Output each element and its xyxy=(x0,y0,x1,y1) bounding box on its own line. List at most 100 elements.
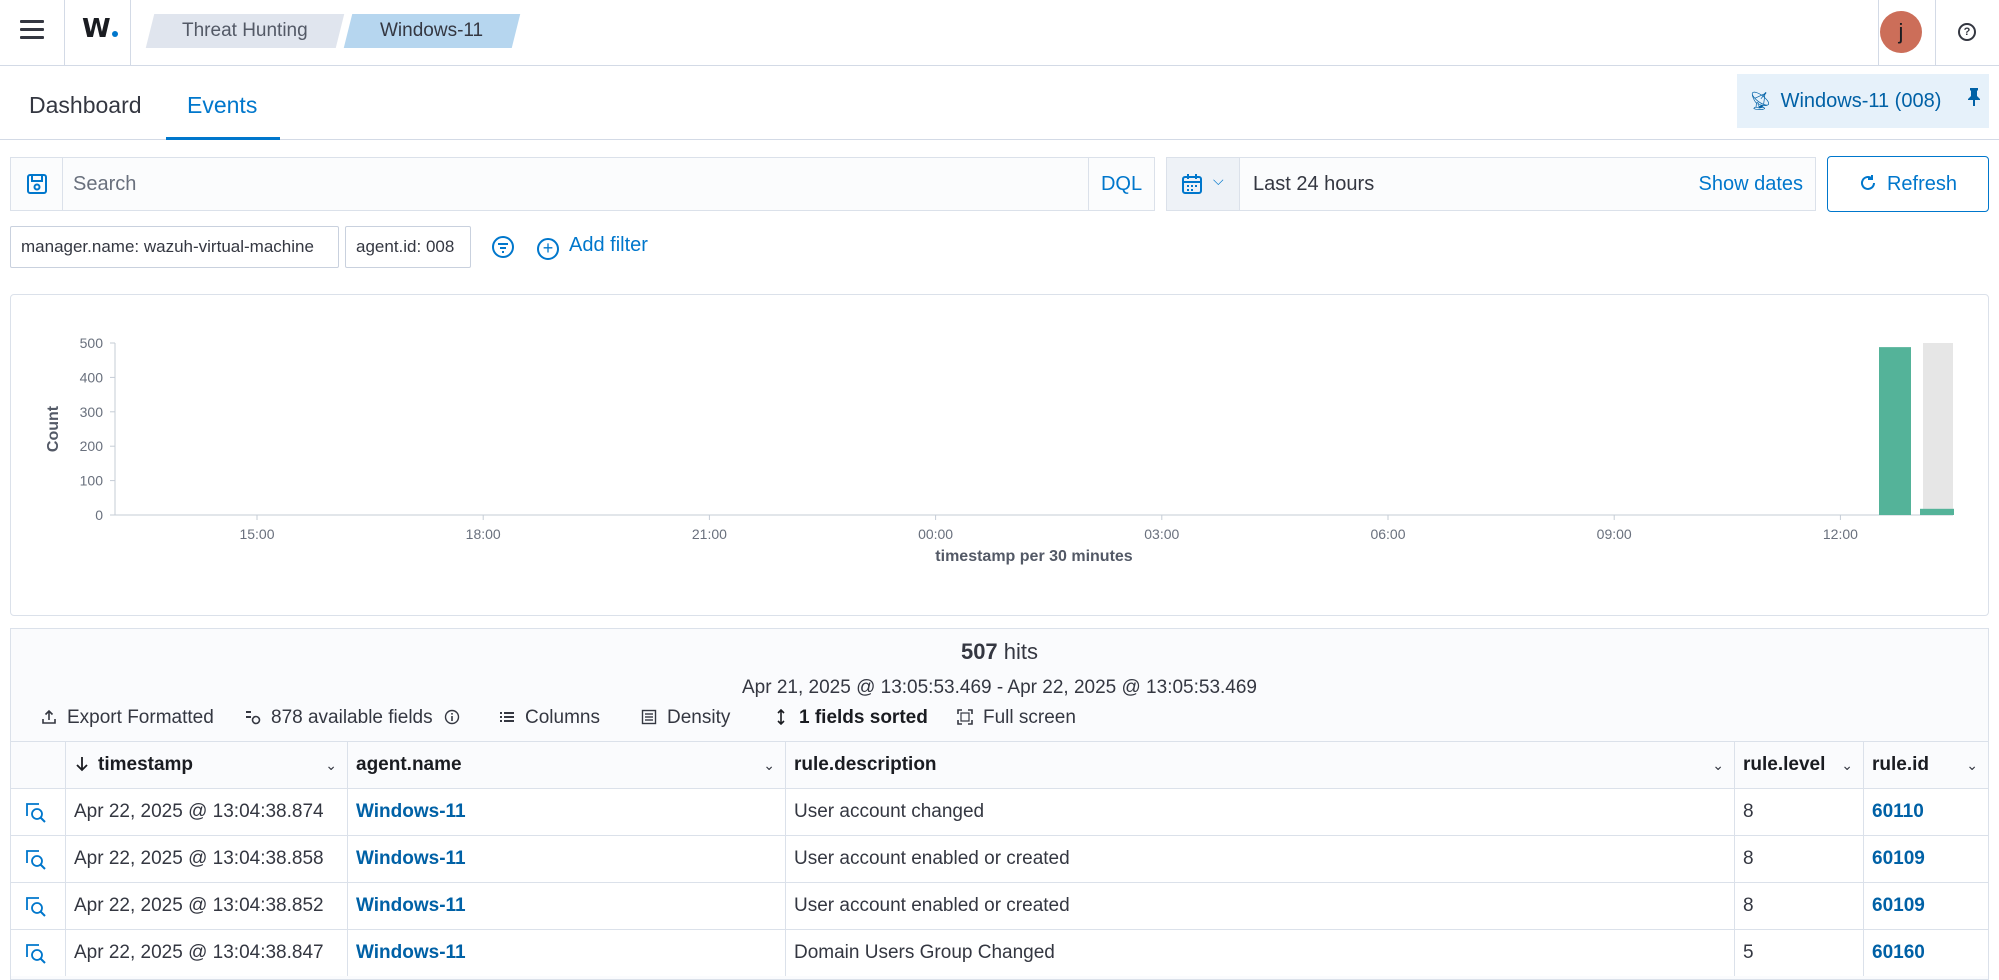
chevron-down-icon[interactable]: ⌄ xyxy=(1966,742,1978,788)
export-icon xyxy=(42,709,56,724)
fields-sorted-label: 1 fields sorted xyxy=(799,707,928,728)
density-label: Density xyxy=(667,707,731,728)
chevron-down-icon[interactable]: ⌄ xyxy=(325,742,337,788)
cell-agent-name-link[interactable]: Windows-11 xyxy=(347,883,785,929)
breadcrumb-threat-hunting[interactable]: Threat Hunting xyxy=(145,14,345,48)
inspect-icon xyxy=(26,803,46,823)
histogram-bar xyxy=(1879,347,1911,515)
fields-icon xyxy=(246,711,261,725)
agent-pill-label: Windows-11 (008) xyxy=(1780,90,1942,112)
header-label: timestamp xyxy=(98,754,194,775)
x-tick-label: 00:00 xyxy=(918,526,953,542)
cell-rule-description: Domain Users Group Changed xyxy=(785,930,1734,976)
cell-rule-description: User account changed xyxy=(785,789,1734,835)
table-row: Apr 22, 2025 @ 13:04:38.847 Windows-11 D… xyxy=(11,929,1988,976)
cell-rule-id-link[interactable]: 60109 xyxy=(1863,836,1988,882)
filter-pill-manager[interactable]: manager.name: wazuh-virtual-machine xyxy=(10,226,339,268)
app-logo[interactable]: W xyxy=(82,14,118,44)
date-range-label[interactable]: Last 24 hours xyxy=(1253,173,1374,196)
cell-timestamp: Apr 22, 2025 @ 13:04:38.874 xyxy=(65,789,347,835)
export-label: Export Formatted xyxy=(67,707,214,728)
density-icon xyxy=(641,709,657,725)
pin-icon[interactable] xyxy=(1967,74,1981,128)
chevron-down-icon[interactable]: ⌄ xyxy=(763,742,775,788)
x-tick-label: 18:00 xyxy=(466,526,501,542)
saved-query-icon[interactable] xyxy=(11,158,63,210)
hits-count: 507 xyxy=(960,639,998,664)
header-label: rule.description xyxy=(794,754,937,775)
header-divider xyxy=(64,0,65,66)
help-icon[interactable]: ? xyxy=(1958,23,1976,41)
inspect-cell[interactable] xyxy=(11,930,65,976)
y-tick-label: 0 xyxy=(95,507,103,523)
refresh-button[interactable]: Refresh xyxy=(1827,156,1989,212)
menu-icon[interactable] xyxy=(20,20,44,42)
broadcast-icon: 📡︎ xyxy=(1749,91,1772,111)
x-tick-label: 03:00 xyxy=(1144,526,1179,542)
refresh-label: Refresh xyxy=(1886,173,1958,195)
logo-dot xyxy=(111,31,118,37)
filter-pill-agent[interactable]: agent.id: 008 xyxy=(345,226,471,268)
chevron-down-icon[interactable]: ⌄ xyxy=(1841,742,1853,788)
calendar-icon xyxy=(1182,174,1202,194)
header-label: rule.level xyxy=(1743,754,1826,775)
cell-rule-id-link[interactable]: 60109 xyxy=(1863,883,1988,929)
column-header-rule-level[interactable]: rule.level ⌄ xyxy=(1734,742,1863,788)
breadcrumb-windows-11[interactable]: Windows-11 xyxy=(343,14,521,48)
cell-agent-name-link[interactable]: Windows-11 xyxy=(347,789,785,835)
hits-label: hits xyxy=(1003,639,1039,664)
quick-date-menu-button[interactable]: ⌵ xyxy=(1167,158,1240,210)
columns-label: Columns xyxy=(525,707,600,728)
chevron-down-icon[interactable]: ⌄ xyxy=(1712,742,1724,788)
column-header-rule-id[interactable]: rule.id ⌄ xyxy=(1863,742,1988,788)
fields-sorted-button[interactable]: 1 fields sorted xyxy=(773,707,928,729)
time-range-text: Apr 21, 2025 @ 13:05:53.469 - Apr 22, 20… xyxy=(741,677,1257,698)
breadcrumb-label: Threat Hunting xyxy=(182,20,308,41)
tab-dashboard[interactable]: Dashboard xyxy=(29,92,142,119)
histogram-panel: 0 100 200 300 400 500 15:00 18:00 21:00 00:00 03:0… xyxy=(10,294,1989,616)
density-button[interactable]: Density xyxy=(641,707,730,729)
y-tick-label: 500 xyxy=(80,335,104,351)
inspect-icon xyxy=(26,850,46,870)
inspect-icon xyxy=(26,944,46,964)
filter-menu-icon[interactable] xyxy=(492,236,514,258)
avatar[interactable]: j xyxy=(1880,11,1922,53)
column-header-rule-description[interactable]: rule.description ⌄ xyxy=(785,742,1734,788)
query-language-button[interactable]: DQL xyxy=(1088,158,1154,210)
tab-events[interactable]: Events xyxy=(187,92,257,119)
results-panel: 507 hits Apr 21, 2025 @ 13:05:53.469 - A… xyxy=(10,628,1989,980)
table-row: Apr 22, 2025 @ 13:04:38.852 Windows-11 U… xyxy=(11,882,1988,929)
tab-bar: Dashboard Events 📡︎ Windows-11 (008) xyxy=(0,66,1999,140)
refresh-icon xyxy=(1861,175,1875,190)
current-bucket-highlight xyxy=(1923,343,1953,515)
column-header-timestamp[interactable]: timestamp ⌄ xyxy=(65,742,347,788)
y-axis-title: Count xyxy=(45,405,62,452)
inspect-cell[interactable] xyxy=(11,789,65,835)
cell-rule-id-link[interactable]: 60160 xyxy=(1863,930,1988,976)
y-tick-label: 300 xyxy=(80,404,104,420)
column-header-agent-name[interactable]: agent.name ⌄ xyxy=(347,742,785,788)
cell-agent-name-link[interactable]: Windows-11 xyxy=(347,930,785,976)
export-formatted-button[interactable]: Export Formatted xyxy=(41,707,214,729)
cell-agent-name-link[interactable]: Windows-11 xyxy=(347,836,785,882)
y-tick-label: 100 xyxy=(80,473,104,489)
full-screen-button[interactable]: Full screen xyxy=(957,707,1076,729)
inspect-cell[interactable] xyxy=(11,836,65,882)
full-screen-label: Full screen xyxy=(983,707,1076,728)
search-input[interactable] xyxy=(73,158,1093,210)
active-tab-indicator xyxy=(166,137,280,140)
cell-rule-level: 8 xyxy=(1734,789,1863,835)
y-tick-label: 200 xyxy=(80,438,104,454)
y-tick-label: 400 xyxy=(80,369,104,385)
add-filter-button[interactable]: + Add filter xyxy=(537,234,648,260)
inspect-cell[interactable] xyxy=(11,883,65,929)
histogram-chart: 0 100 200 300 400 500 15:00 18:00 21:00 00:00 03:0… xyxy=(45,335,1954,565)
cell-rule-level: 5 xyxy=(1734,930,1863,976)
agent-selector-button[interactable]: 📡︎ Windows-11 (008) xyxy=(1737,74,1989,128)
x-axis-title: timestamp per 30 minutes xyxy=(935,548,1133,565)
show-dates-button[interactable]: Show dates xyxy=(1698,173,1803,196)
available-fields-button[interactable]: 878 available fields xyxy=(245,707,460,729)
columns-button[interactable]: Columns xyxy=(499,707,600,729)
cell-rule-id-link[interactable]: 60110 xyxy=(1863,789,1988,835)
table-row: Apr 22, 2025 @ 13:04:38.858 Windows-11 U… xyxy=(11,835,1988,882)
